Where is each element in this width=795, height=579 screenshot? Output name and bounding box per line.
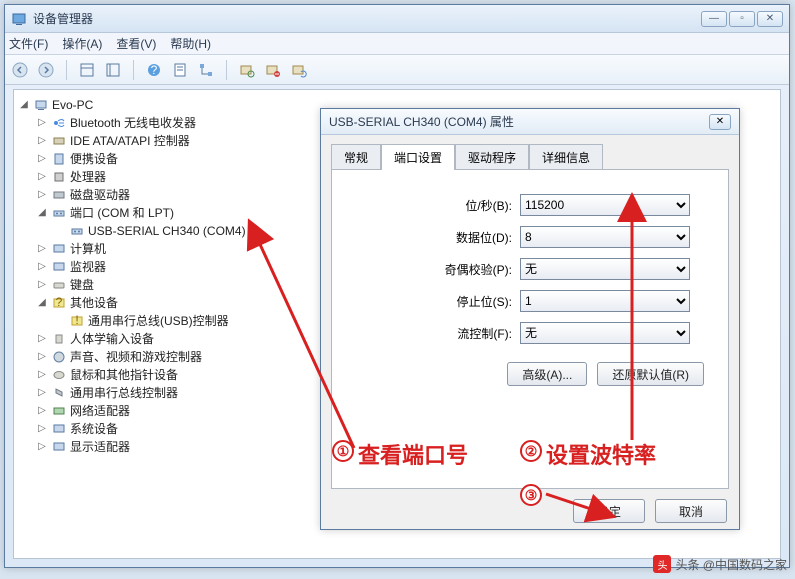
ok-button[interactable]: 确定 — [573, 499, 645, 523]
forward-icon[interactable] — [37, 61, 55, 79]
annotation-3-circle: ③ — [520, 484, 542, 506]
close-button[interactable]: ✕ — [757, 11, 783, 27]
tabstrip: 常规 端口设置 驱动程序 详细信息 — [321, 135, 739, 169]
tree-icon[interactable] — [197, 61, 215, 79]
menu-file[interactable]: 文件(F) — [9, 35, 48, 52]
watermark-icon: 头 — [653, 555, 671, 573]
advanced-button[interactable]: 高级(A)... — [507, 362, 587, 386]
toolbar: ? — [5, 55, 789, 85]
parity-select[interactable]: 无 — [520, 258, 690, 280]
window-title: 设备管理器 — [33, 10, 701, 27]
props-icon[interactable] — [171, 61, 189, 79]
databits-select[interactable]: 8 — [520, 226, 690, 248]
help-icon[interactable]: ? — [145, 61, 163, 79]
databits-label: 数据位(D): — [350, 229, 520, 246]
back-icon[interactable] — [11, 61, 29, 79]
annotation-2-circle: ② — [520, 440, 542, 462]
watermark: 头 头条 @中国数码之家 — [653, 555, 787, 573]
menu-view[interactable]: 查看(V) — [116, 35, 156, 52]
tab-port-settings[interactable]: 端口设置 — [381, 144, 455, 170]
menubar: 文件(F) 操作(A) 查看(V) 帮助(H) — [5, 33, 789, 55]
tab-general[interactable]: 常规 — [331, 144, 381, 170]
flow-label: 流控制(F): — [350, 325, 520, 342]
dialog-close-button[interactable]: ✕ — [709, 114, 731, 130]
annotation-1-text: 查看端口号 — [358, 438, 468, 470]
minimize-button[interactable]: — — [701, 11, 727, 27]
stopbits-label: 停止位(S): — [350, 293, 520, 310]
dialog-title: USB-SERIAL CH340 (COM4) 属性 — [329, 113, 709, 130]
maximize-button[interactable]: ▫ — [729, 11, 755, 27]
uninstall-icon[interactable] — [264, 61, 282, 79]
cancel-button[interactable]: 取消 — [655, 499, 727, 523]
menu-help[interactable]: 帮助(H) — [170, 35, 211, 52]
svg-text:!: ! — [75, 314, 78, 327]
titlebar: 设备管理器 — ▫ ✕ — [5, 5, 789, 33]
restore-defaults-button[interactable]: 还原默认值(R) — [597, 362, 704, 386]
svg-text:?: ? — [56, 296, 63, 309]
list-icon[interactable] — [104, 61, 122, 79]
update-icon[interactable] — [290, 61, 308, 79]
tab-driver[interactable]: 驱动程序 — [455, 144, 529, 170]
annotation-1-circle: ① — [332, 440, 354, 462]
annotation-2-text: 设置波特率 — [546, 438, 656, 470]
menu-action[interactable]: 操作(A) — [62, 35, 102, 52]
scan-icon[interactable] — [238, 61, 256, 79]
app-icon — [11, 11, 27, 27]
tab-details[interactable]: 详细信息 — [529, 144, 603, 170]
stopbits-select[interactable]: 1 — [520, 290, 690, 312]
svg-text:?: ? — [151, 63, 158, 77]
baud-label: 位/秒(B): — [350, 197, 520, 214]
baud-select[interactable]: 115200 — [520, 194, 690, 216]
flow-select[interactable]: 无 — [520, 322, 690, 344]
parity-label: 奇偶校验(P): — [350, 261, 520, 278]
view-icon[interactable] — [78, 61, 96, 79]
dialog-titlebar: USB-SERIAL CH340 (COM4) 属性 ✕ — [321, 109, 739, 135]
